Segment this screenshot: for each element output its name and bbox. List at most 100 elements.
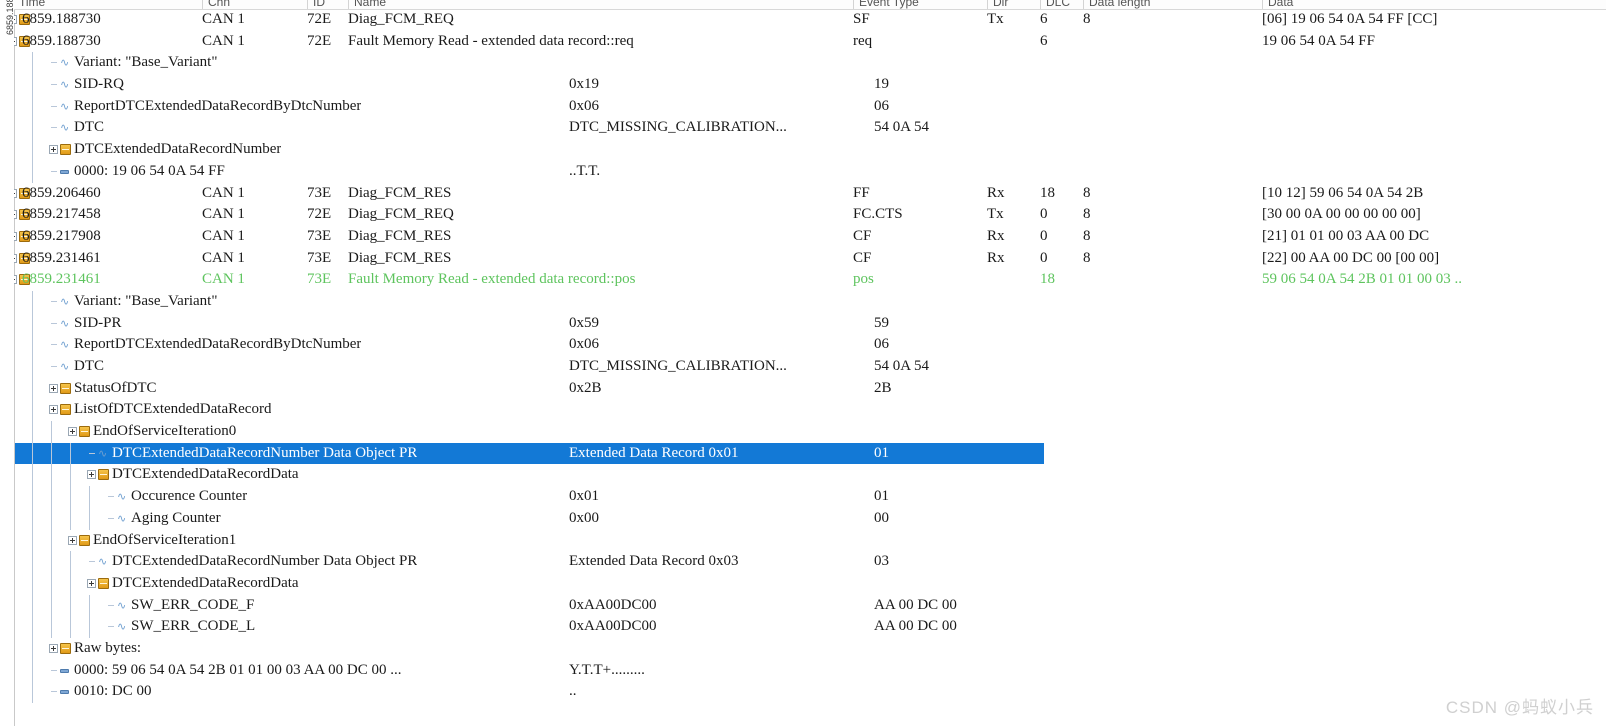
cell-detail-value-raw: 54 0A 54: [874, 119, 930, 136]
tree-guide-line: [51, 507, 52, 530]
tree-guide-line: [51, 421, 52, 443]
cell-data: [22] 00 AA 00 DC 00 [00 00]: [1262, 249, 1440, 266]
tree-elbow: [51, 669, 57, 671]
tree-guide-line: [32, 594, 33, 617]
cell-detail-value-raw: 01: [874, 488, 889, 505]
trace-row[interactable]: 6859.217458 CAN 1 72E Diag_FCM_REQ FC.CTS Tx 0…: [14, 204, 1606, 226]
cell-detail-value-raw: 19: [874, 76, 889, 93]
trace-grid[interactable]: 6859.188730 CAN 1 72E Diag_FCM_REQ SF Tx 6 8 [06…: [14, 9, 1606, 726]
trace-row[interactable]: 6859.188730 CAN 1 72E Diag_FCM_REQ SF Tx 6 8 [06…: [14, 9, 1606, 31]
trace-row[interactable]: ∿ DTCExtendedDataRecordNumber Data Object…: [14, 442, 1606, 465]
cell-direction: Tx: [987, 11, 1004, 27]
trace-row[interactable]: ∿ SID-RQ 0x19 19: [14, 74, 1606, 96]
cell-dlc: 6: [1040, 11, 1048, 27]
tree-guide-line: [32, 681, 33, 703]
csdn-watermark: CSDN @蚂蚁小兵: [1445, 698, 1594, 717]
trace-row[interactable]: DTCExtendedDataRecordNumber: [14, 139, 1606, 161]
trace-row[interactable]: 6859.231461 CAN 1 73E Diag_FCM_RES CF Rx 0 8 [22…: [14, 248, 1606, 270]
frame-icon: [60, 382, 71, 394]
wave-icon: ∿: [60, 294, 70, 308]
cell-name: Diag_FCM_REQ: [348, 11, 454, 27]
trace-row[interactable]: ∿ ReportDTCExtendedDataRecordByDtcNumber 0…: [14, 95, 1606, 118]
trace-row[interactable]: 0000: 19 06 54 0A 54 FF ..T.T.: [14, 160, 1606, 183]
expand-icon[interactable]: [87, 578, 96, 588]
wave-icon: ∿: [98, 446, 108, 460]
tree-guide-line: [32, 399, 33, 422]
collapse-icon[interactable]: [14, 275, 17, 285]
trace-row[interactable]: ∿ DTCExtendedDataRecordNumber Data Object…: [14, 551, 1606, 573]
cell-time: 6859.217458: [22, 206, 101, 223]
cell-data: [06] 19 06 54 0A 54 FF [CC]: [1262, 11, 1438, 27]
wave-icon: ∿: [60, 121, 70, 135]
expand-icon[interactable]: [14, 188, 17, 198]
cell-name: Fault Memory Read - extended data record…: [348, 32, 634, 49]
cell-name: Diag_FCM_RES: [348, 184, 452, 201]
trace-row[interactable]: EndOfServiceIteration0: [14, 421, 1606, 443]
bytes-icon: [60, 169, 69, 174]
trace-row[interactable]: ∿ ReportDTCExtendedDataRecordByDtcNumber 0…: [14, 334, 1606, 356]
trace-row[interactable]: Raw bytes:: [14, 637, 1606, 660]
wave-icon: ∿: [60, 316, 70, 330]
tree-guide-line: [89, 616, 90, 638]
trace-row[interactable]: ∿ DTC DTC_MISSING_CALIBRATION... 54 0A 54: [14, 356, 1606, 378]
trace-row[interactable]: EndOfServiceIteration1: [14, 529, 1606, 552]
wave-icon: ∿: [60, 360, 70, 373]
trace-row[interactable]: ∿ SID-PR 0x59 59: [14, 312, 1606, 335]
cell-detail-value-hex: DTC_MISSING_CALIBRATION...: [569, 119, 787, 136]
trace-row[interactable]: ListOfDTCExtendedDataRecord: [14, 399, 1606, 422]
expand-icon[interactable]: [14, 15, 17, 24]
trace-row[interactable]: ∿ DTC DTC_MISSING_CALIBRATION... 54 0A 54: [14, 117, 1606, 140]
tree-guide-line: [51, 551, 52, 573]
frame-icon: [60, 404, 71, 416]
cell-data-length: 8: [1083, 227, 1091, 244]
trace-row[interactable]: 6859.206460 CAN 1 73E Diag_FCM_RES FF Rx 18 8 [1…: [14, 183, 1606, 205]
frame-icon: [98, 577, 109, 589]
trace-row[interactable]: 0010: DC 00..: [14, 681, 1606, 703]
expand-icon[interactable]: [68, 427, 77, 437]
trace-row[interactable]: ∿ Occurence Counter 0x01 01: [14, 486, 1606, 508]
cell-detail-value-hex: ..T.T.: [569, 162, 601, 179]
cell-detail-name: Variant: "Base_Variant": [74, 292, 218, 309]
trace-row[interactable]: DTCExtendedDataRecordData: [14, 464, 1606, 487]
tree-guide-line: [32, 616, 33, 638]
expand-icon[interactable]: [14, 210, 17, 220]
tree-guide-line: [32, 312, 33, 335]
cell-detail-name: Occurence Counter: [131, 488, 248, 505]
trace-row[interactable]: ∿ SW_ERR_CODE_L 0xAA00DC00 AA 00 DC 00: [14, 616, 1606, 638]
trace-row[interactable]: ∿ Variant: "Base_Variant": [14, 52, 1606, 75]
tree-guide-line: [32, 572, 33, 595]
trace-row[interactable]: 6859.231461 CAN 1 73E Fault Memory Read - e…: [14, 269, 1606, 291]
trace-row[interactable]: 6859.217908 CAN 1 73E Diag_FCM_RES CF Rx 0 8 [21…: [14, 226, 1606, 248]
expand-icon[interactable]: [49, 405, 58, 415]
trace-row[interactable]: 0000: 59 06 54 0A 54 2B 01 01 00 03 AA 0…: [14, 659, 1606, 682]
cell-dlc: 18: [1040, 184, 1055, 201]
wave-icon: ∿: [117, 598, 127, 612]
frame-icon: [60, 642, 71, 654]
collapse-icon[interactable]: [14, 36, 17, 46]
tree-guide-line: [32, 377, 33, 400]
cell-data: 19 06 54 0A 54 FF: [1262, 32, 1375, 49]
expand-icon[interactable]: [49, 643, 58, 653]
tree-elbow: [51, 170, 57, 172]
trace-row[interactable]: DTCExtendedDataRecordData: [14, 572, 1606, 595]
tree-guide-line: [32, 507, 33, 530]
expand-icon[interactable]: [49, 145, 58, 155]
tree-elbow: [89, 561, 95, 563]
cell-detail-value-raw: 59: [874, 314, 889, 331]
expand-icon[interactable]: [14, 253, 17, 263]
trace-row[interactable]: ∿ Variant: "Base_Variant": [14, 290, 1606, 313]
trace-row[interactable]: StatusOfDTC 0x2B 2B: [14, 377, 1606, 400]
cell-detail-name: DTCExtendedDataRecordNumber Data Object …: [112, 442, 418, 465]
cell-data: [30 00 0A 00 00 00 00 00]: [1262, 206, 1421, 223]
trace-row[interactable]: ∿ SW_ERR_CODE_F 0xAA00DC00 AA 00 DC 00: [14, 594, 1606, 617]
expand-icon[interactable]: [68, 535, 77, 545]
trace-row[interactable]: 6859.188730 CAN 1 72E Fault Memory Read - e…: [14, 31, 1606, 53]
wave-icon: ∿: [60, 78, 70, 92]
cell-detail-name: SW_ERR_CODE_L: [131, 618, 256, 635]
expand-icon[interactable]: [49, 383, 58, 393]
expand-icon[interactable]: [87, 470, 96, 480]
trace-row[interactable]: ∿ Aging Counter 0x00 00: [14, 507, 1606, 530]
cell-channel: CAN 1: [202, 206, 245, 223]
cell-detail-value-raw: 06: [874, 97, 889, 114]
expand-icon[interactable]: [14, 231, 17, 241]
